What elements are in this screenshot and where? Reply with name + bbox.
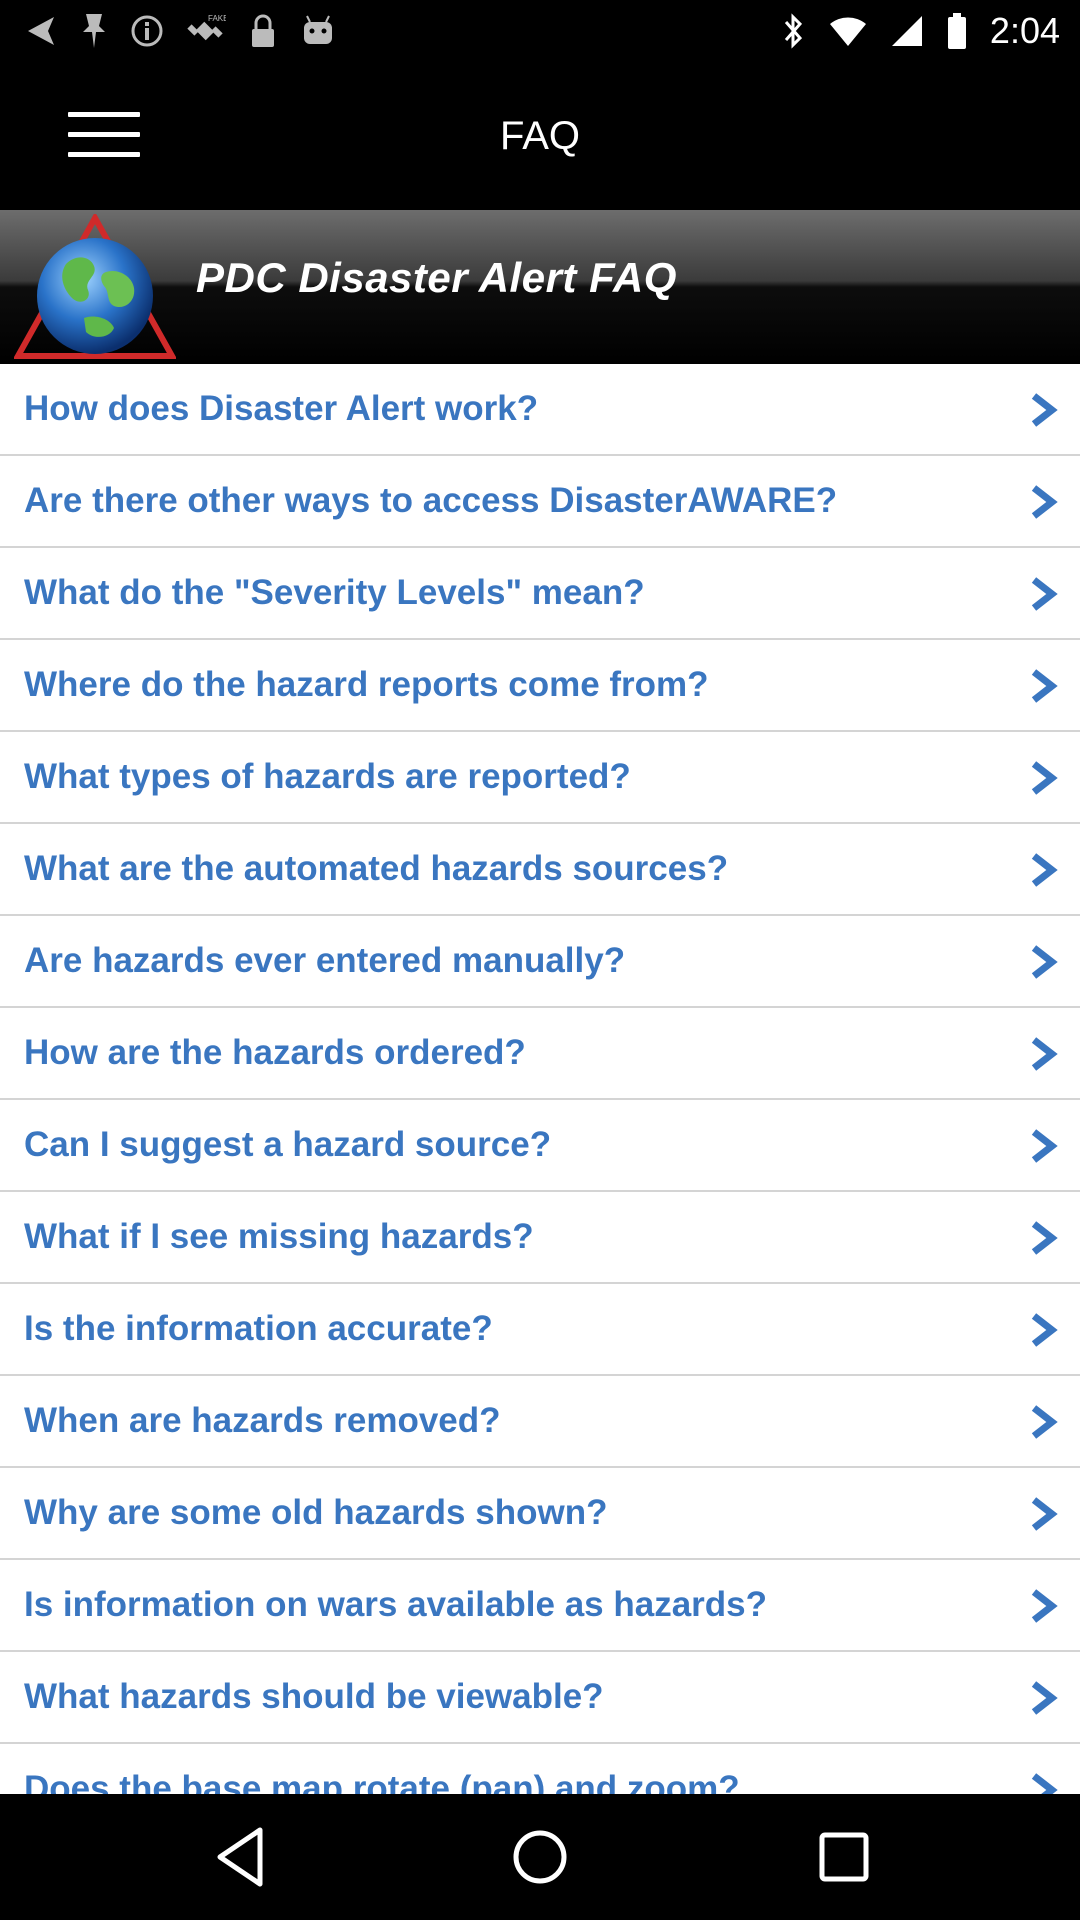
fake-gps-icon: FAKE <box>186 11 226 51</box>
faq-question: What do the "Severity Levels" mean? <box>24 573 645 612</box>
faq-question: How does Disaster Alert work? <box>24 389 539 428</box>
chevron-right-icon <box>1031 1589 1058 1623</box>
status-icons-right: 2:04 <box>782 10 1060 52</box>
home-circle-icon[interactable] <box>500 1822 580 1892</box>
app-header: FAQ <box>0 62 1080 210</box>
wifi-icon <box>828 14 868 48</box>
chevron-right-icon <box>1031 393 1058 427</box>
bluetooth-icon <box>782 12 806 50</box>
faq-question: What if I see missing hazards? <box>24 1217 534 1256</box>
faq-item[interactable]: Why are some old hazards shown? <box>0 1468 1080 1560</box>
faq-item[interactable]: Where do the hazard reports come from? <box>0 640 1080 732</box>
faq-item[interactable]: Are there other ways to access DisasterA… <box>0 456 1080 548</box>
chevron-right-icon <box>1031 669 1058 703</box>
chevron-right-icon <box>1031 945 1058 979</box>
battery-icon <box>946 12 968 50</box>
faq-question: Where do the hazard reports come from? <box>24 665 709 704</box>
faq-item[interactable]: What types of hazards are reported? <box>0 732 1080 824</box>
status-time: 2:04 <box>989 10 1060 51</box>
chevron-right-icon <box>1031 853 1058 887</box>
faq-question: How are the hazards ordered? <box>24 1033 526 1072</box>
faq-item[interactable]: What if I see missing hazards? <box>0 1192 1080 1284</box>
faq-item[interactable]: What do the "Severity Levels" mean? <box>0 548 1080 640</box>
chevron-right-icon <box>1031 1405 1058 1439</box>
status-icons-left: FAKE <box>22 10 336 52</box>
faq-item[interactable]: What are the automated hazards sources? <box>0 824 1080 916</box>
recents-square-icon[interactable] <box>804 1822 884 1892</box>
chevron-right-icon <box>1031 1773 1058 1794</box>
faq-item[interactable]: When are hazards removed? <box>0 1376 1080 1468</box>
back-arrow-icon <box>22 13 58 49</box>
faq-item[interactable]: How does Disaster Alert work? <box>0 364 1080 456</box>
faq-question: What types of hazards are reported? <box>24 757 631 796</box>
faq-item[interactable]: Can I suggest a hazard source? <box>0 1100 1080 1192</box>
faq-question: Is information on wars available as haza… <box>24 1585 768 1624</box>
faq-item[interactable]: Is information on wars available as haza… <box>0 1560 1080 1652</box>
pin-icon <box>80 12 108 50</box>
faq-question: Can I suggest a hazard source? <box>24 1125 552 1164</box>
faq-item[interactable]: Is the information accurate? <box>0 1284 1080 1376</box>
faq-question: Are there other ways to access DisasterA… <box>24 481 838 520</box>
faq-item[interactable]: What hazards should be viewable? <box>0 1652 1080 1744</box>
faq-item[interactable]: Are hazards ever entered manually? <box>0 916 1080 1008</box>
system-nav-bar <box>0 1794 1080 1920</box>
back-triangle-icon[interactable] <box>202 1822 282 1892</box>
lock-icon <box>248 13 278 49</box>
chevron-right-icon <box>1031 1129 1058 1163</box>
chevron-right-icon <box>1031 1313 1058 1347</box>
chevron-right-icon <box>1031 1037 1058 1071</box>
info-icon <box>130 14 164 48</box>
chevron-right-icon <box>1031 1221 1058 1255</box>
faq-question: When are hazards removed? <box>24 1401 501 1440</box>
status-bar: FAKE 2:04 <box>0 0 1080 62</box>
android-icon <box>300 14 336 48</box>
faq-list: How does Disaster Alert work? Are there … <box>0 364 1080 1794</box>
faq-banner: PDC Disaster Alert FAQ <box>0 210 1080 366</box>
chevron-right-icon <box>1031 577 1058 611</box>
faq-item[interactable]: How are the hazards ordered? <box>0 1008 1080 1100</box>
signal-icon <box>890 14 924 48</box>
faq-question: Are hazards ever entered manually? <box>24 941 626 980</box>
banner-title: PDC Disaster Alert FAQ <box>196 254 677 301</box>
faq-question: Why are some old hazards shown? <box>24 1493 608 1532</box>
chevron-right-icon <box>1031 1497 1058 1531</box>
hamburger-menu-icon[interactable] <box>64 106 144 166</box>
chevron-right-icon <box>1031 485 1058 519</box>
globe-triangle-logo-icon <box>12 211 178 364</box>
faq-question: What are the automated hazards sources? <box>24 849 729 888</box>
chevron-right-icon <box>1031 1681 1058 1715</box>
chevron-right-icon <box>1031 761 1058 795</box>
faq-question: Does the base map rotate (pan) and zoom? <box>24 1769 740 1794</box>
faq-question: Is the information accurate? <box>24 1309 493 1348</box>
page-title: FAQ <box>499 114 581 158</box>
faq-item[interactable]: Does the base map rotate (pan) and zoom? <box>0 1744 1080 1794</box>
faq-question: What hazards should be viewable? <box>24 1677 604 1716</box>
svg-text:FAKE: FAKE <box>208 14 226 23</box>
